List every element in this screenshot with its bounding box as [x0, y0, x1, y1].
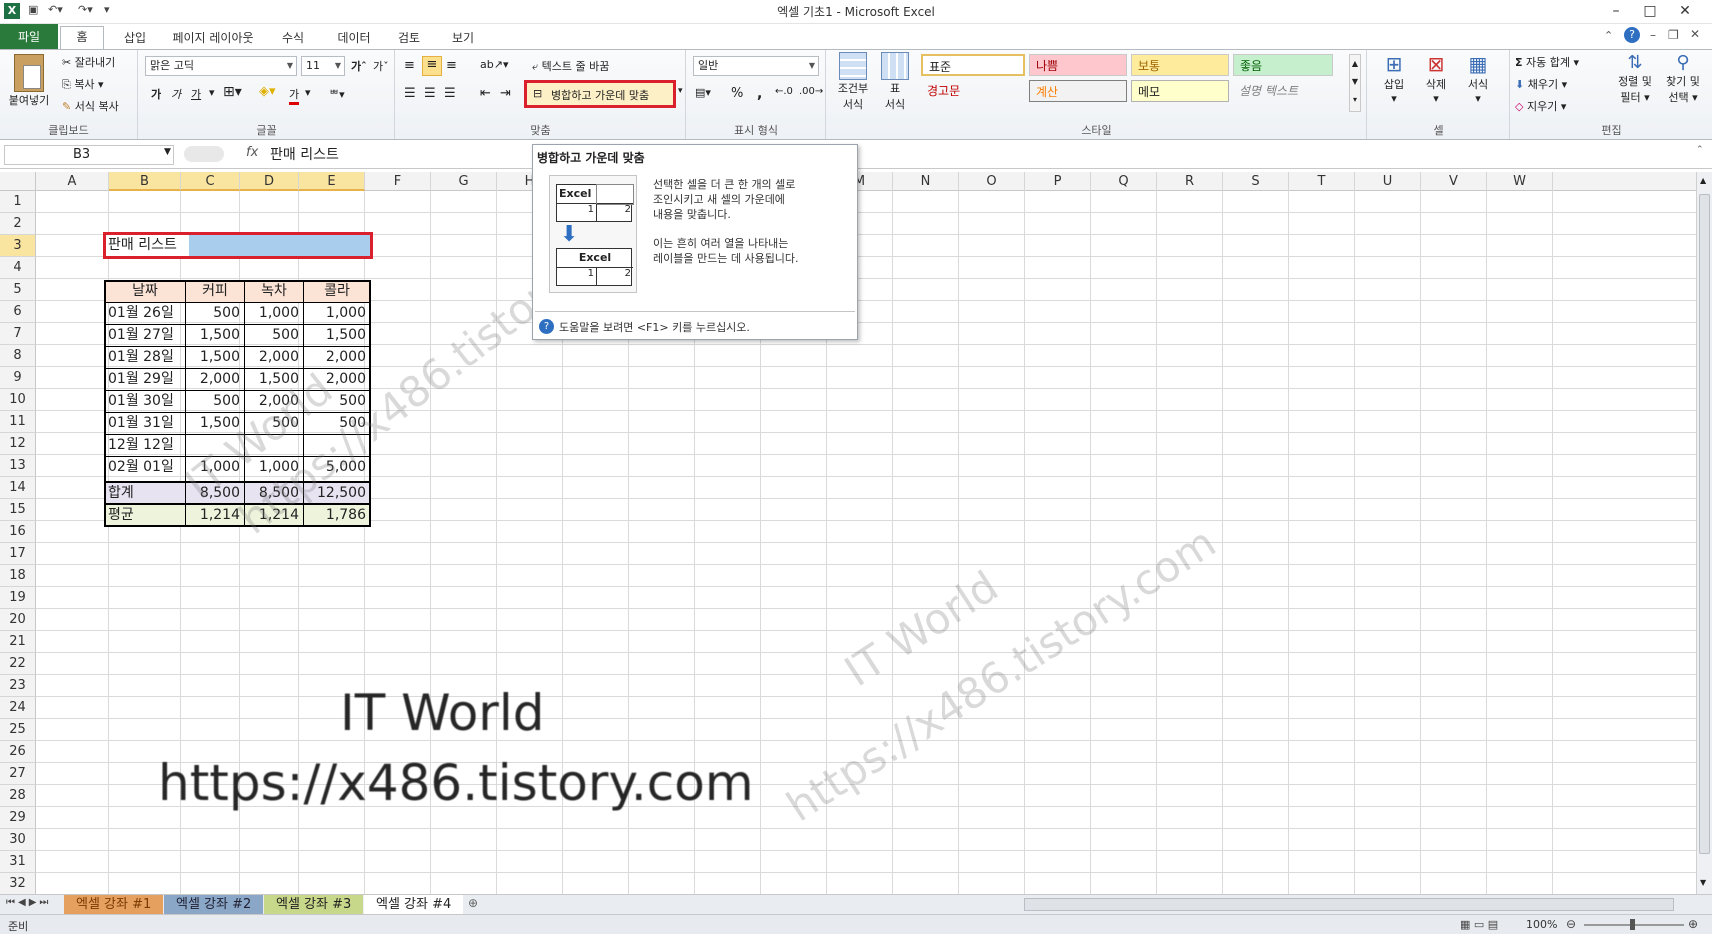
watermark-title: IT World	[340, 684, 545, 742]
scroll-down-icon[interactable]: ▼	[1700, 878, 1706, 887]
sheet-nav-icon[interactable]: ⏮◀▶⏭	[6, 897, 51, 908]
tooltip-line-4: 이는 흔히 여러 열을 나타내는	[653, 237, 789, 250]
tooltip-line-1: 선택한 셀을 더 큰 한 개의 셀로	[653, 178, 796, 191]
tooltip-demo-merged: Excel	[557, 249, 633, 268]
sheet-tab-bar: ⏮◀▶⏭ 엑셀 강좌 #1 엑셀 강좌 #2 엑셀 강좌 #3 엑셀 강좌 #4…	[0, 894, 1712, 914]
excel-window: X ▣ ↶▾ ↷▾ ▾ 엑셀 기초1 - Microsoft Excel – □…	[0, 0, 1712, 934]
tooltip-line-2: 조인시키고 새 셀의 가운데에	[653, 193, 785, 206]
tooltip-line-5: 레이블을 만드는 데 사용됩니다.	[653, 252, 799, 265]
view-mode-icons[interactable]: ▦ ▭ ▤	[1460, 918, 1498, 931]
insert-sheet-icon[interactable]: ⊕	[468, 896, 478, 910]
watermark-url: https://x486.tistory.com	[158, 754, 754, 812]
zoom-level: 100%	[1526, 918, 1558, 931]
status-ready: 준비	[8, 920, 29, 933]
tooltip-line-3: 내용을 맞춥니다.	[653, 208, 731, 221]
sheet-tab-2[interactable]: 엑셀 강좌 #2	[164, 895, 264, 914]
sheet-tab-4[interactable]: 엑셀 강좌 #4	[364, 895, 464, 914]
zoom-thumb[interactable]	[1630, 919, 1635, 930]
tooltip-demo-one-b: 1	[557, 268, 597, 286]
scroll-up-icon[interactable]: ▲	[1700, 176, 1706, 185]
tooltip-demo-two-b: 2	[624, 268, 631, 279]
tooltip-illustration: Excel 1 2 ⬇ Excel 1 2	[549, 175, 637, 293]
horizontal-scrollbar[interactable]	[1024, 898, 1674, 911]
tooltip-description: 선택한 셀을 더 큰 한 개의 셀로 조인시키고 새 셀의 가운데에 내용을 맞…	[653, 177, 799, 266]
tooltip-demo-two: 2	[624, 204, 631, 215]
vertical-scrollbar[interactable]: ▲ ▼	[1696, 172, 1712, 894]
down-arrow-icon: ⬇	[560, 222, 579, 247]
help-icon: ?	[539, 319, 554, 334]
vertical-scroll-thumb[interactable]	[1699, 194, 1710, 854]
merge-tooltip: 병합하고 가운데 맞춤 Excel 1 2 ⬇ Excel 1 2 선택한 셀을…	[532, 144, 858, 340]
sheet-tab-1[interactable]: 엑셀 강좌 #1	[64, 895, 164, 914]
sheet-tab-3[interactable]: 엑셀 강좌 #3	[264, 895, 364, 914]
tooltip-demo-one: 1	[557, 204, 597, 222]
zoom-in-icon[interactable]: ⊕	[1688, 917, 1698, 931]
tooltip-demo-label: Excel	[557, 185, 597, 204]
tooltip-help-text: 도움말을 보려면 <F1> 키를 누르십시오.	[559, 321, 750, 334]
tooltip-title: 병합하고 가운데 맞춤	[537, 151, 645, 165]
status-bar: 준비 ▦ ▭ ▤ 100% ⊖ ⊕	[0, 914, 1712, 934]
zoom-out-icon[interactable]: ⊖	[1566, 917, 1576, 931]
